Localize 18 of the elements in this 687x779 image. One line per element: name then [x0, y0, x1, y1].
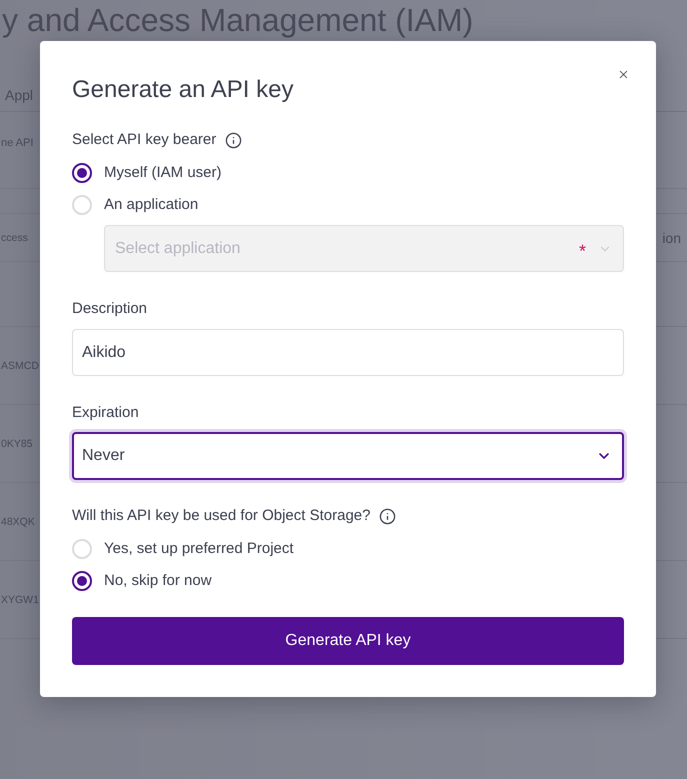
radio-option[interactable]: Myself (IAM user)	[72, 163, 222, 183]
field-label: Will this API key be used for Object Storage?	[72, 506, 370, 526]
info-icon[interactable]	[225, 132, 242, 148]
field-label: Description	[72, 299, 148, 319]
radio-option[interactable]: No, skip for now	[72, 571, 212, 591]
radio-button[interactable]	[72, 571, 92, 591]
field-label: Select API key bearer	[72, 130, 216, 150]
field-label: Expiration	[72, 403, 139, 423]
radio-button[interactable]	[72, 163, 92, 183]
description-input[interactable]: Aikido	[72, 329, 624, 376]
generate-button[interactable]: Generate API key	[72, 617, 624, 665]
info-icon[interactable]	[379, 508, 396, 524]
radio-option[interactable]: Yes, set up preferred Project	[72, 539, 294, 559]
expiration-select[interactable]: Never	[72, 432, 624, 480]
required-asterisk: *	[578, 240, 586, 260]
column-header: ion	[662, 230, 681, 246]
radio-option[interactable]: An application	[72, 195, 198, 215]
dialog-title: Generate an API key	[72, 75, 294, 105]
